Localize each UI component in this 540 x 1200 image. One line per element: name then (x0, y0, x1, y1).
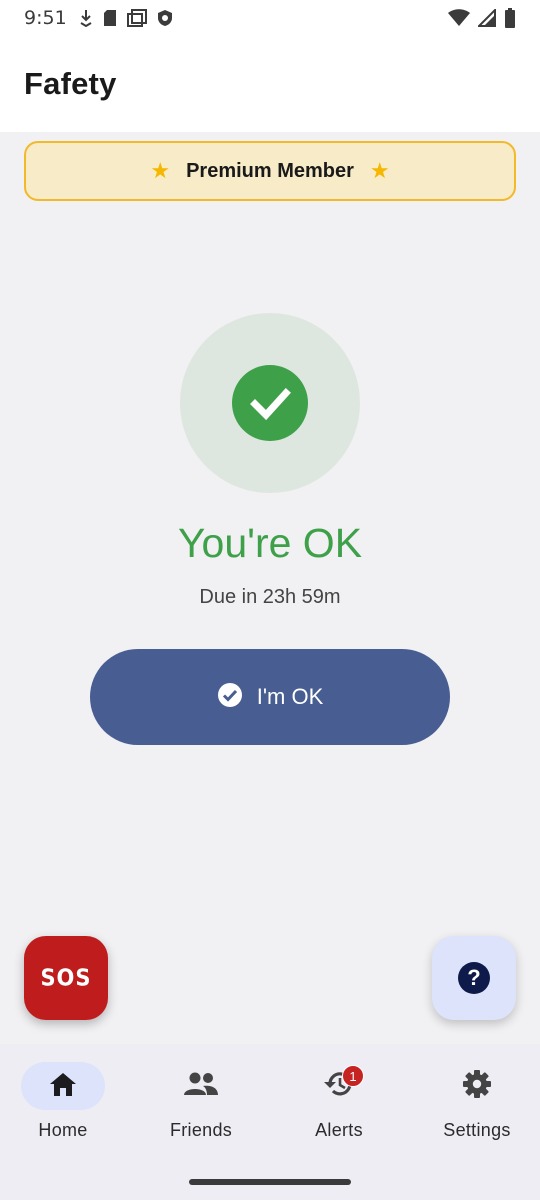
app-bar: Fafety (0, 36, 540, 132)
screen-icon (126, 9, 147, 27)
home-icon (48, 1071, 78, 1102)
nav-item-friends[interactable]: Friends (136, 1062, 266, 1141)
im-ok-button[interactable]: I'm OK (90, 649, 450, 745)
premium-banner: ★ Premium Member ★ (24, 141, 516, 201)
nav-label-alerts: Alerts (315, 1120, 363, 1140)
gesture-handle[interactable] (189, 1179, 351, 1185)
status-time: 9:51 (24, 7, 67, 29)
download-icon (79, 9, 93, 27)
battery-icon (504, 8, 516, 28)
nav-label-friends: Friends (169, 1120, 233, 1140)
nav-item-home[interactable]: Home (0, 1062, 128, 1141)
due-countdown: Due in 23h 59m (199, 586, 341, 608)
help-button[interactable]: ? (432, 936, 516, 1020)
status-notification-icons (79, 9, 173, 27)
sd-card-icon (103, 9, 117, 27)
wifi-icon (448, 9, 470, 27)
people-icon (183, 1071, 219, 1102)
status-system-icons (448, 8, 516, 28)
app-title: Fafety (24, 66, 117, 101)
nav-item-alerts[interactable]: 1 Alerts (274, 1062, 404, 1141)
sos-button[interactable]: SOS (24, 936, 108, 1020)
nav-label-home: Home (38, 1120, 88, 1140)
status-indicator (180, 313, 360, 493)
gear-icon (461, 1068, 493, 1105)
help-icon: ? (458, 962, 490, 994)
premium-label: Premium Member (186, 159, 354, 182)
nav-indicator (21, 1062, 105, 1110)
status-bar: 9:51 (0, 0, 540, 36)
sos-label: SOS (40, 964, 92, 992)
shield-icon (157, 9, 173, 27)
signal-icon (478, 9, 496, 27)
nav-label-settings: Settings (443, 1120, 511, 1140)
nav-item-settings[interactable]: Settings (412, 1062, 540, 1141)
check-circle-icon (217, 682, 243, 713)
status-title: You're OK (177, 520, 363, 566)
im-ok-label: I'm OK (256, 684, 324, 709)
bottom-navigation: Home Friends 1 Alerts Settings (0, 1044, 540, 1200)
star-icon: ★ (369, 158, 390, 183)
star-icon: ★ (150, 158, 171, 183)
alerts-badge: 1 (342, 1065, 364, 1087)
check-circle-icon (232, 365, 308, 441)
